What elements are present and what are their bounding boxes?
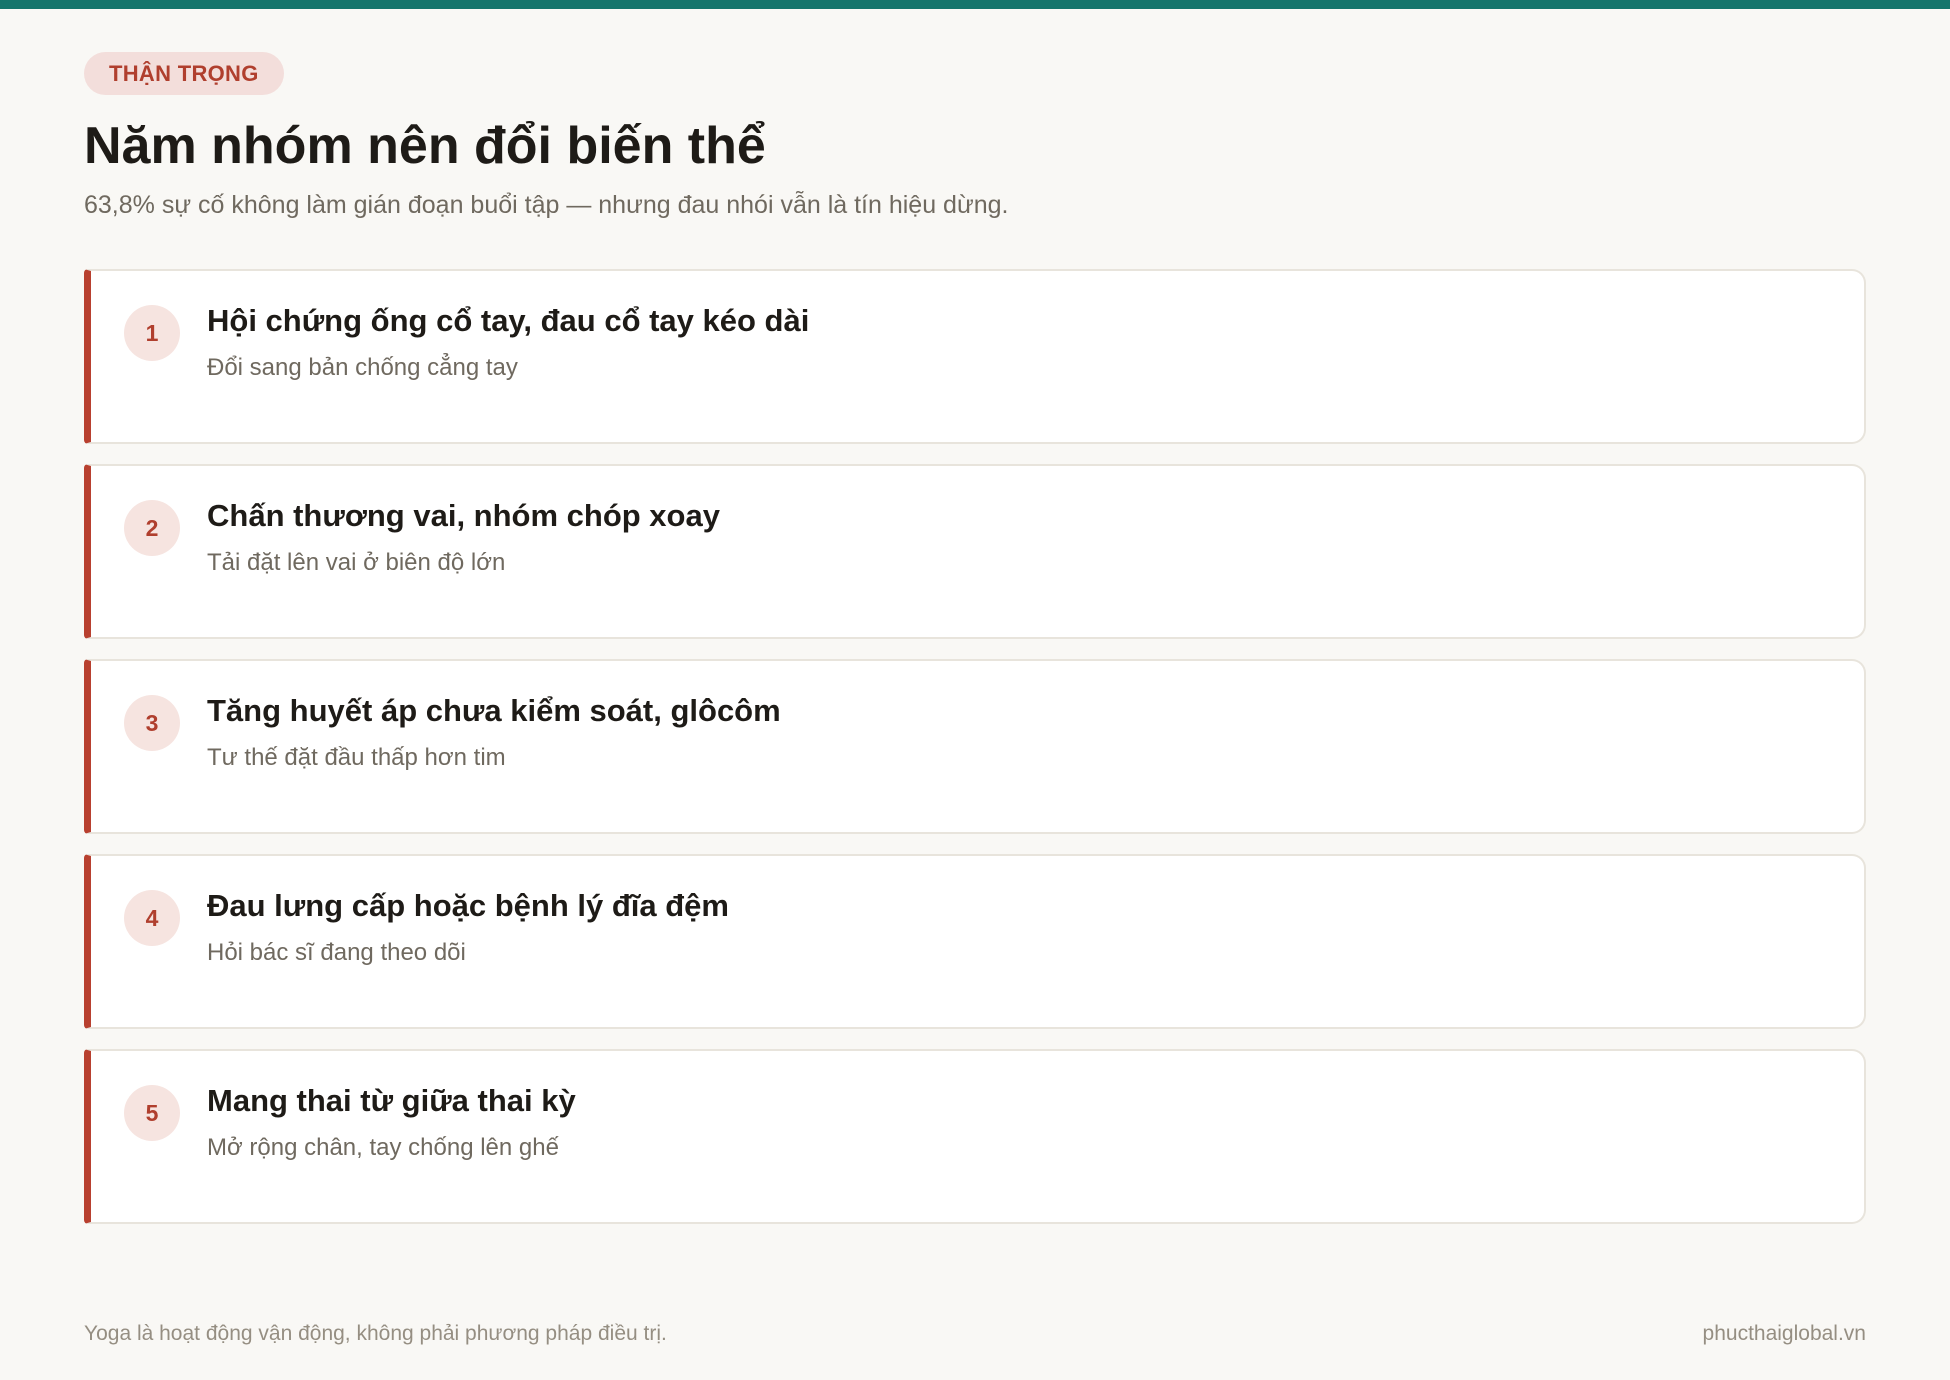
caution-item-4: 4 Đau lưng cấp hoặc bệnh lý đĩa đệm Hỏi … [84,854,1866,1029]
item-title: Tăng huyết áp chưa kiểm soát, glôcôm [207,693,781,728]
footer: Yoga là hoạt động vận động, không phải p… [84,1320,1866,1348]
item-number: 1 [124,305,180,361]
page-title: Năm nhóm nên đổi biến thể [84,117,766,175]
item-number: 3 [124,695,180,751]
item-number: 5 [124,1085,180,1141]
item-title: Hội chứng ống cổ tay, đau cổ tay kéo dài [207,303,810,338]
item-title: Mang thai từ giữa thai kỳ [207,1083,576,1118]
item-description: Mở rộng chân, tay chống lên ghế [207,1134,559,1161]
item-description: Đổi sang bản chống cẳng tay [207,354,518,381]
page-content: THẬN TRỌNG Năm nhóm nên đổi biến thể 63,… [84,52,1866,1244]
top-accent-bar [0,0,1950,9]
footer-site-link[interactable]: phucthaiglobal.vn [1703,1320,1866,1348]
caution-badge: THẬN TRỌNG [84,52,284,95]
caution-item-2: 2 Chấn thương vai, nhóm chóp xoay Tải đặ… [84,464,1866,639]
item-description: Tư thế đặt đầu thấp hơn tim [207,744,506,771]
item-number: 4 [124,890,180,946]
item-number: 2 [124,500,180,556]
caution-item-5: 5 Mang thai từ giữa thai kỳ Mở rộng chân… [84,1049,1866,1224]
caution-item-1: 1 Hội chứng ống cổ tay, đau cổ tay kéo d… [84,269,1866,444]
footer-disclaimer: Yoga là hoạt động vận động, không phải p… [84,1322,667,1345]
caution-list: 1 Hội chứng ống cổ tay, đau cổ tay kéo d… [84,269,1866,1224]
item-description: Hỏi bác sĩ đang theo dõi [207,939,466,966]
page-subtitle: 63,8% sự cố không làm gián đoạn buổi tập… [84,191,1009,219]
item-title: Chấn thương vai, nhóm chóp xoay [207,498,720,533]
item-title: Đau lưng cấp hoặc bệnh lý đĩa đệm [207,888,729,923]
caution-item-3: 3 Tăng huyết áp chưa kiểm soát, glôcôm T… [84,659,1866,834]
item-description: Tải đặt lên vai ở biên độ lớn [207,549,506,576]
